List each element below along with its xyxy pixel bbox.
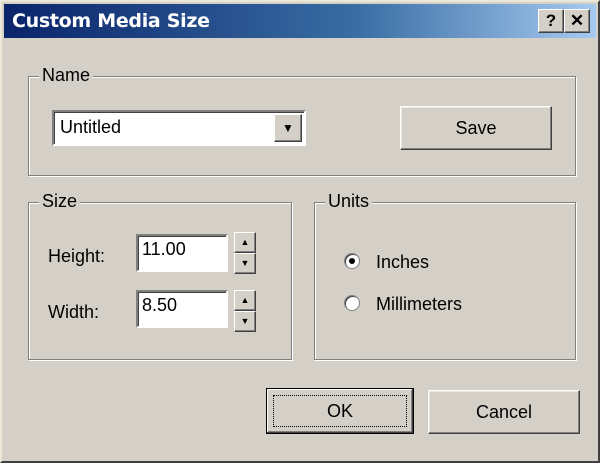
- chevron-down-icon[interactable]: ▼: [274, 114, 302, 142]
- width-up-button[interactable]: ▲: [234, 290, 256, 311]
- inches-radio[interactable]: [344, 253, 360, 269]
- title-bar[interactable]: Custom Media Size ? ✕: [4, 4, 596, 38]
- size-group: Size: [28, 191, 292, 360]
- help-button[interactable]: ?: [538, 9, 564, 33]
- save-button-label: Save: [455, 118, 497, 138]
- inches-radio-label[interactable]: Inches: [376, 252, 429, 273]
- save-button[interactable]: Save: [400, 106, 552, 150]
- cancel-button[interactable]: Cancel: [428, 390, 580, 434]
- name-group-legend: Name: [39, 65, 94, 86]
- close-button[interactable]: ✕: [564, 9, 590, 33]
- name-combobox[interactable]: Untitled ▼: [52, 110, 306, 146]
- millimeters-radio-label[interactable]: Millimeters: [376, 294, 462, 315]
- height-label: Height:: [48, 246, 106, 266]
- size-group-legend: Size: [39, 191, 81, 212]
- units-group-legend: Units: [325, 191, 373, 212]
- height-input[interactable]: 11.00: [136, 234, 228, 272]
- custom-media-size-dialog: Custom Media Size ? ✕ Name Untitled ▼ Sa…: [0, 0, 600, 463]
- window-title: Custom Media Size: [12, 10, 210, 32]
- name-combobox-value: Untitled: [60, 117, 122, 137]
- height-down-button[interactable]: ▼: [234, 253, 256, 274]
- units-group: Units: [314, 191, 576, 360]
- ok-focus-rect: [273, 395, 407, 427]
- width-input[interactable]: 8.50: [136, 290, 228, 328]
- width-label: Width:: [48, 302, 100, 322]
- height-up-button[interactable]: ▲: [234, 232, 256, 253]
- ok-button[interactable]: OK: [266, 388, 414, 434]
- cancel-button-label: Cancel: [475, 402, 533, 422]
- millimeters-radio[interactable]: [344, 295, 360, 311]
- width-down-button[interactable]: ▼: [234, 311, 256, 332]
